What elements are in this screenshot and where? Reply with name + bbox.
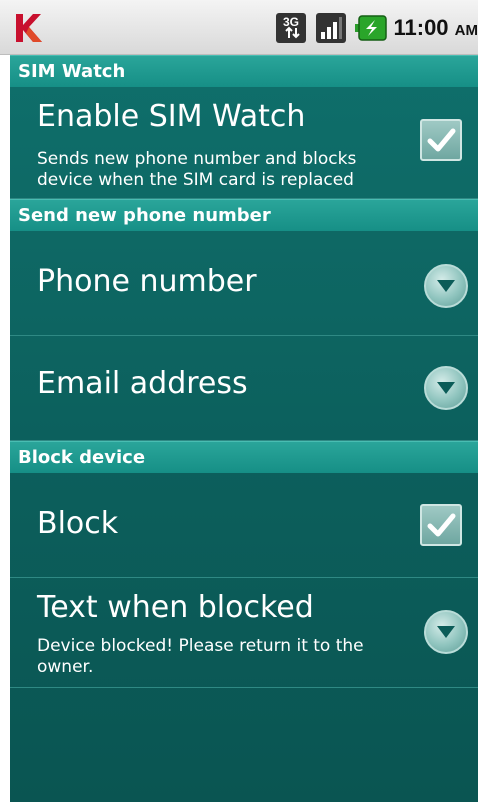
3g-network-icon: 3G [276,12,307,43]
phone-number-dropdown[interactable] [424,264,468,308]
email-address-label: Email address [37,366,248,401]
network-label: 3G [283,15,299,29]
checkmark-icon [427,128,456,152]
chevron-down-icon [437,280,455,292]
signal-strength-icon [316,12,347,43]
phone-number-row[interactable]: Phone number [10,231,478,336]
email-address-dropdown[interactable] [424,366,468,410]
text-when-blocked-dropdown[interactable] [424,610,468,654]
enable-sim-watch-description: Sends new phone number and blocks device… [37,149,357,190]
kaspersky-logo-icon [16,14,42,42]
text-when-blocked-value: Device blocked! Please return it to the … [37,636,364,677]
chevron-down-icon [437,382,455,394]
settings-list: SIM Watch Enable SIM Watch Sends new pho… [10,55,478,802]
text-when-blocked-title: Text when blocked [37,590,314,625]
block-label: Block [37,506,119,541]
clock-time: 11:00 [393,14,449,40]
status-icons: 3G 11:00 AM [275,0,478,55]
section-header-send-number: Send new phone number [10,199,478,231]
email-address-row[interactable]: Email address [10,336,478,441]
section-header-block-device: Block device [10,441,478,473]
chevron-down-icon [437,626,455,638]
phone-number-label: Phone number [37,264,257,299]
checkmark-icon [427,513,456,537]
enable-sim-watch-row[interactable]: Enable SIM Watch Sends new phone number … [10,87,478,199]
section-header-sim-watch: SIM Watch [10,55,478,87]
block-row[interactable]: Block [10,473,478,578]
battery-charging-icon [355,14,388,41]
enable-sim-watch-title: Enable SIM Watch [37,99,306,134]
enable-sim-watch-checkbox[interactable] [420,119,462,161]
text-when-blocked-row[interactable]: Text when blocked Device blocked! Please… [10,578,478,688]
status-bar: 3G 11:00 AM [0,0,478,55]
clock: 11:00 AM [393,15,478,41]
block-checkbox[interactable] [420,504,462,546]
device-screen: 3G 11:00 AM SIM Watch Enable SIM Watch S… [0,0,478,802]
clock-ampm: AM [454,21,478,39]
